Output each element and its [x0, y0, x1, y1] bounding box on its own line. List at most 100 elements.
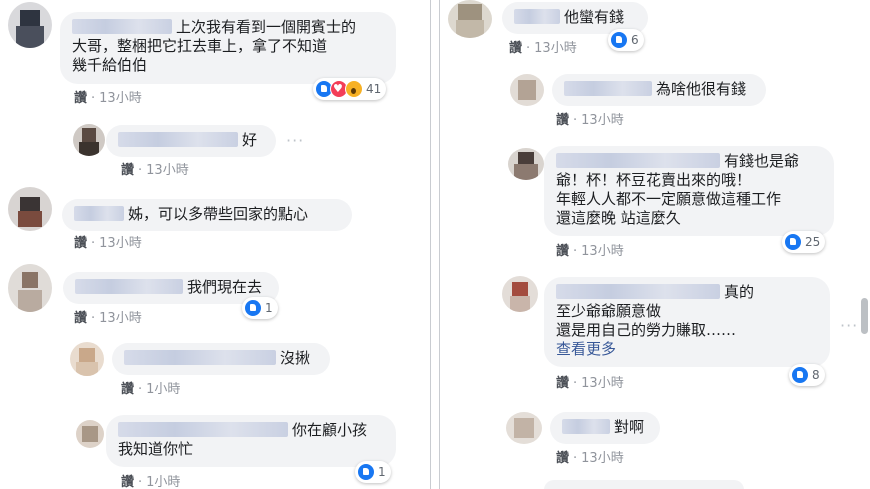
reaction-summary[interactable]: 25 — [782, 231, 826, 253]
avatar[interactable] — [448, 0, 492, 38]
separator: · — [138, 163, 143, 178]
comment-text: 我知道你忙 — [118, 440, 194, 458]
panel-divider — [430, 0, 440, 489]
comment-text: 真的 — [724, 283, 755, 301]
commenter-name[interactable] — [74, 206, 124, 221]
comments-panel-left: 上次我有看到一個開賓士的 大哥，整梱把它扛去車上，拿了不知道 幾千給伯伯 41 … — [0, 0, 430, 489]
avatar[interactable] — [506, 412, 542, 444]
comment-bubble: 姊，可以多帶些回家的點心 — [62, 199, 352, 231]
commenter-name[interactable] — [562, 419, 610, 434]
timestamp[interactable]: 13小時 — [99, 311, 142, 326]
commenter-name[interactable] — [564, 81, 652, 96]
comment-meta: 讚 · 13小時 — [556, 451, 624, 467]
commenter-name[interactable] — [72, 19, 172, 34]
comment-meta: 讚 · 13小時 — [556, 376, 624, 392]
more-options-icon[interactable]: ··· — [286, 131, 304, 150]
avatar[interactable] — [8, 264, 52, 312]
timestamp[interactable]: 13小時 — [99, 236, 142, 251]
reaction-count: 1 — [265, 301, 273, 315]
comment-text: 還是用自己的勞力賺取…… — [556, 321, 737, 339]
comment-text: 姊，可以多帶些回家的點心 — [128, 205, 309, 223]
like-link[interactable]: 讚 — [556, 113, 569, 128]
timestamp[interactable]: 13小時 — [581, 244, 624, 259]
like-icon — [784, 233, 802, 251]
avatar[interactable] — [508, 148, 544, 180]
commenter-name[interactable] — [556, 284, 720, 299]
reaction-summary[interactable]: 41 — [313, 78, 387, 100]
timestamp[interactable]: 13小時 — [581, 376, 624, 391]
separator: · — [138, 382, 143, 397]
comment-bubble: 沒揪 — [112, 343, 330, 375]
like-icon — [244, 299, 262, 317]
avatar[interactable] — [70, 342, 104, 376]
comment-meta: 讚 · 13小時 — [121, 163, 189, 179]
wow-icon — [345, 80, 363, 98]
like-link[interactable]: 讚 — [121, 475, 134, 489]
separator: · — [138, 475, 143, 489]
avatar[interactable] — [73, 124, 105, 156]
timestamp[interactable]: 13小時 — [99, 91, 142, 106]
timestamp[interactable]: 13小時 — [534, 41, 577, 56]
like-link[interactable]: 讚 — [121, 163, 134, 178]
avatar[interactable] — [510, 74, 544, 106]
comment-bubble: 為啥他很有錢 — [552, 74, 766, 106]
separator: · — [526, 41, 531, 56]
like-link[interactable]: 讚 — [74, 311, 87, 326]
like-icon — [610, 31, 628, 49]
commenter-name[interactable] — [118, 132, 238, 147]
timestamp[interactable]: 1小時 — [146, 382, 180, 397]
reaction-summary[interactable]: 1 — [242, 297, 278, 319]
comment-bubble: 真的 至少爺爺願意做 還是用自己的勞力賺取…… 查看更多 — [544, 277, 830, 367]
comment-bubble: 有錢也是爺 爺！杯！杯豆花賣出來的哦！ 年輕人人都不一定願意做這種工作 還這麼晚… — [544, 146, 834, 236]
commenter-name[interactable] — [556, 153, 720, 168]
see-more-link[interactable]: 查看更多 — [556, 340, 818, 359]
comment-text: 他蠻有錢 — [564, 8, 625, 26]
avatar[interactable] — [76, 420, 104, 448]
separator: · — [91, 311, 96, 326]
comment-text: 沒揪 — [280, 349, 311, 367]
timestamp[interactable]: 13小時 — [581, 113, 624, 128]
like-link[interactable]: 讚 — [556, 376, 569, 391]
reaction-count: 8 — [812, 368, 820, 382]
comment-meta: 讚 · 13小時 — [74, 311, 142, 327]
scrollbar[interactable] — [861, 298, 868, 334]
separator: · — [573, 113, 578, 128]
avatar[interactable] — [8, 2, 52, 48]
avatar[interactable] — [8, 187, 52, 231]
comment-text: 爺！杯！杯豆花賣出來的哦！ — [556, 171, 752, 189]
commenter-name[interactable] — [118, 422, 288, 437]
like-icon — [791, 366, 809, 384]
comment-meta: 讚 · 13小時 — [74, 91, 142, 107]
timestamp[interactable]: 1小時 — [146, 475, 180, 489]
timestamp[interactable]: 13小時 — [581, 451, 624, 466]
like-link[interactable]: 讚 — [556, 451, 569, 466]
comment-text: 至少爺爺願意做 — [556, 302, 662, 320]
reaction-summary[interactable]: 1 — [355, 461, 391, 483]
reaction-summary[interactable]: 6 — [608, 29, 644, 51]
commenter-name[interactable] — [124, 350, 276, 365]
like-link[interactable]: 讚 — [509, 41, 522, 56]
commenter-name[interactable] — [75, 279, 183, 294]
comment-meta: 讚 · 13小時 — [556, 244, 624, 260]
separator: · — [91, 91, 96, 106]
reaction-summary[interactable]: 8 — [789, 364, 825, 386]
comment-text: 還這麼晚 站這麼久 — [556, 209, 681, 227]
like-link[interactable]: 讚 — [121, 382, 134, 397]
like-link[interactable]: 讚 — [556, 244, 569, 259]
like-link[interactable]: 讚 — [74, 236, 87, 251]
more-options-icon[interactable]: ··· — [840, 316, 858, 335]
timestamp[interactable]: 13小時 — [146, 163, 189, 178]
comment-text: 有錢也是爺 — [724, 152, 800, 170]
comment-bubble: 好 — [106, 125, 276, 157]
comment-bubble: 你在顧小孩 我知道你忙 — [106, 415, 396, 467]
comment-bubble: 對啊 — [550, 412, 660, 444]
reaction-count: 6 — [631, 33, 639, 47]
comments-panel-right: 他蠻有錢 6 讚 · 13小時 為啥他很有錢 讚 · 13小時 有錢也是爺 爺！杯！杯豆… — [440, 0, 870, 489]
comment-text: 上次我有看到一個開賓士的 — [176, 18, 357, 36]
comment-text: 對啊 — [614, 418, 645, 436]
comment-text: 你在顧小孩 — [292, 421, 368, 439]
commenter-name[interactable] — [514, 9, 560, 24]
like-link[interactable]: 讚 — [74, 91, 87, 106]
avatar[interactable] — [502, 276, 538, 312]
comment-bubble: 上次我有看到一個開賓士的 大哥，整梱把它扛去車上，拿了不知道 幾千給伯伯 — [60, 12, 396, 84]
